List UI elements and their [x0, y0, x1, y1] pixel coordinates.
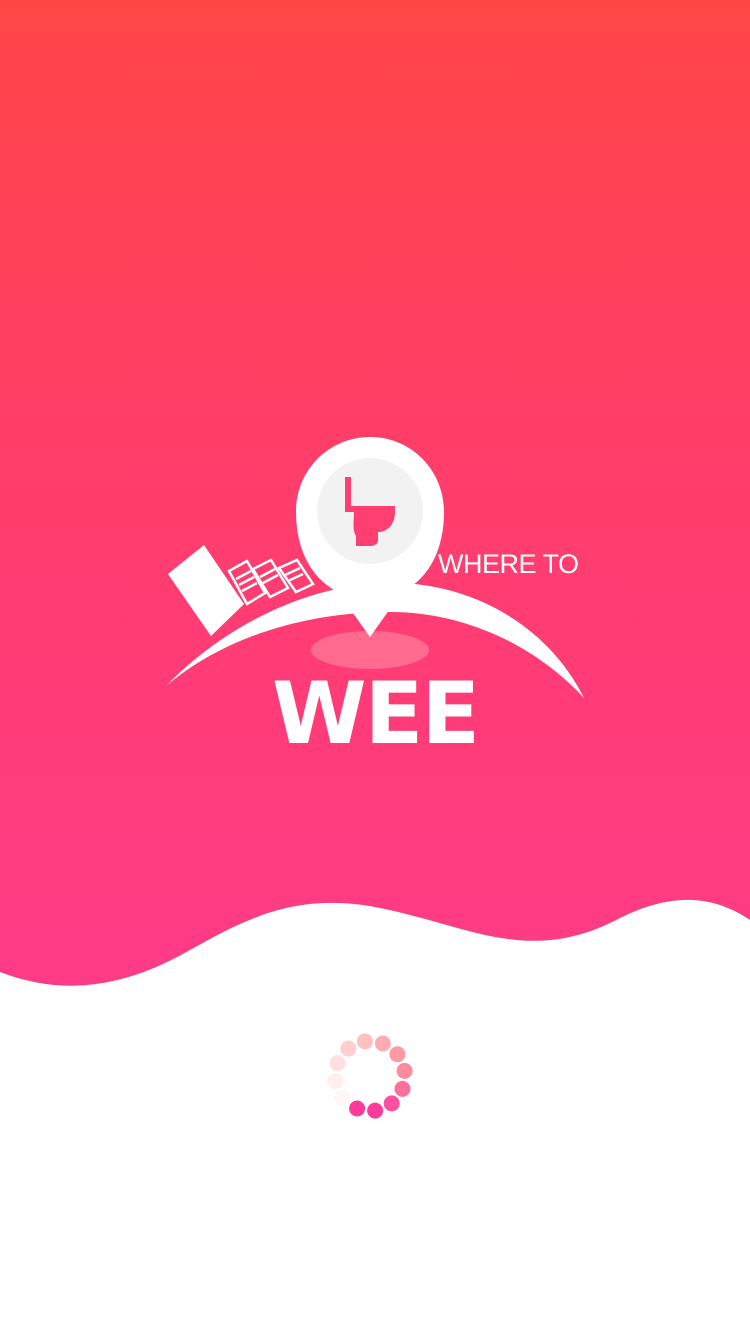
loader-dot — [356, 1033, 373, 1050]
loader-dot — [374, 1035, 391, 1052]
loader-dot — [383, 1095, 400, 1112]
loader-dot — [394, 1080, 411, 1097]
brand-wordmark: WEE — [271, 664, 480, 764]
tagline-text: WHERE TO — [438, 549, 579, 579]
loader-dot — [367, 1102, 384, 1119]
loader-dot — [349, 1100, 366, 1117]
loader-dot — [334, 1089, 351, 1106]
loading-spinner-icon — [327, 1033, 413, 1119]
loader-dot — [340, 1040, 357, 1057]
loader-dot — [396, 1062, 413, 1079]
loader-dot — [327, 1073, 344, 1090]
loader-dot — [329, 1055, 346, 1072]
loader-dot — [389, 1046, 406, 1063]
